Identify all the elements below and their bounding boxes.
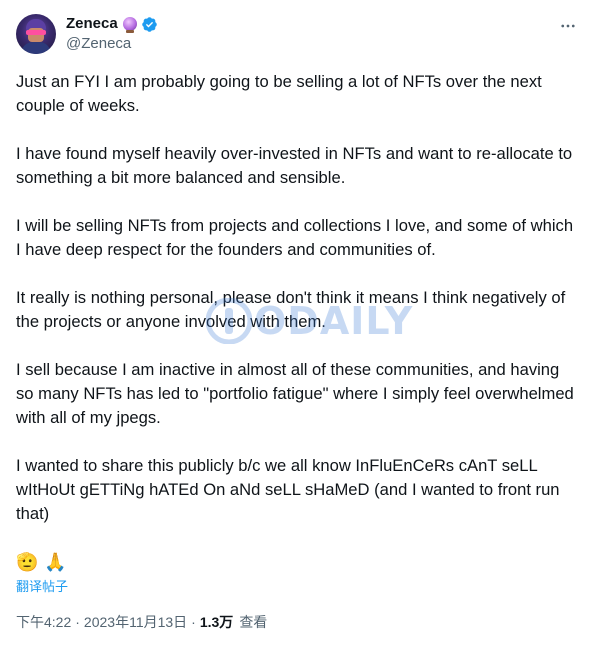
folded-hands-emoji: 🙏 (44, 552, 67, 572)
saluting-face-emoji: 🫡 (16, 552, 39, 572)
views-count: 1.3万 (199, 614, 234, 630)
tweet-paragraph: I will be selling NFTs from projects and… (16, 216, 574, 259)
views-label: 查看 (239, 614, 268, 630)
tweet-meta: 下午4:22 · 2023年11月13日 · 1.3万 查看 (16, 612, 267, 632)
separator: · (75, 614, 80, 630)
translate-post-link[interactable]: 翻译帖子 (16, 576, 68, 595)
avatar[interactable] (16, 14, 56, 54)
author-names: Zeneca @Zeneca (66, 14, 158, 54)
tweet-header: Zeneca @Zeneca (16, 14, 158, 54)
tweet-paragraph: I sell because I am inactive in almost a… (16, 360, 574, 427)
crystal-ball-icon (122, 17, 137, 33)
author-handle[interactable]: @Zeneca (66, 34, 158, 54)
tweet-date[interactable]: 2023年11月13日 (84, 612, 187, 632)
emoji-row: 🫡 🙏 (16, 552, 73, 573)
tweet-paragraph: I have found myself heavily over-investe… (16, 144, 573, 187)
display-name[interactable]: Zeneca (66, 14, 118, 34)
tweet-time[interactable]: 下午4:22 (16, 612, 71, 632)
tweet-paragraph: It really is nothing personal, please do… (16, 288, 566, 331)
tweet-paragraph: Just an FYI I am probably going to be se… (16, 72, 542, 115)
more-options-icon[interactable] (558, 16, 578, 36)
name-row: Zeneca (66, 14, 158, 34)
tweet-text: Just an FYI I am probably going to be se… (16, 70, 576, 550)
separator: · (191, 614, 196, 630)
tweet-paragraph: I wanted to share this publicly b/c we a… (16, 456, 560, 523)
verified-badge-icon (141, 16, 157, 32)
tweet-card: Zeneca @Zeneca Just an FYI I am probably… (0, 0, 592, 647)
